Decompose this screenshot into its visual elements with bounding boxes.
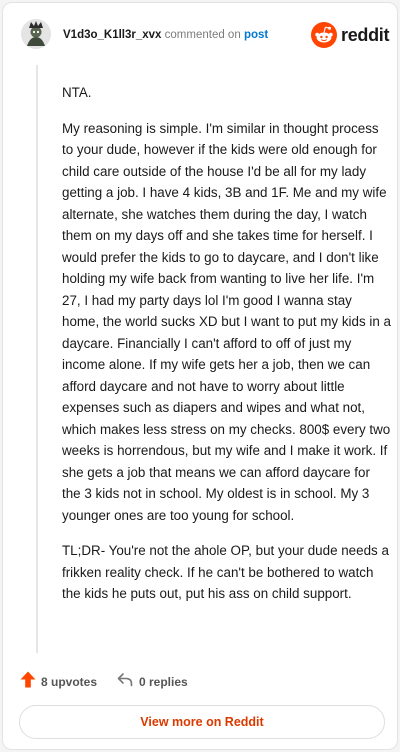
action-text: commented on [164, 29, 241, 41]
upvote-arrow-icon [20, 671, 36, 693]
username-link[interactable]: V1d3o_K1ll3r_xvx [63, 29, 161, 41]
view-more-button[interactable]: View more on Reddit [19, 705, 385, 739]
comment-header: V1d3o_K1ll3r_xvx commented on post reddi… [3, 3, 397, 65]
post-link[interactable]: post [244, 29, 268, 41]
comment-byline: V1d3o_K1ll3r_xvx commented on post [63, 28, 268, 42]
brand-wordmark: reddit [341, 25, 390, 45]
replies-button[interactable]: 0 replies [117, 672, 188, 692]
thread-line [36, 65, 38, 653]
comment-paragraph: TL;DR- You're not the ahole OP, but your… [62, 543, 389, 601]
comment-card: V1d3o_K1ll3r_xvx commented on post reddi… [2, 2, 398, 750]
comment-paragraph: NTA. [62, 85, 92, 100]
upvote-count: 8 upvotes [41, 675, 98, 689]
comment-footer: 8 upvotes 0 replies [3, 671, 397, 693]
avatar-icon[interactable] [21, 19, 51, 49]
reply-arrow-icon [117, 672, 133, 692]
comment-body: NTA. My reasoning is simple. I'm similar… [62, 82, 392, 619]
comment-paragraph: My reasoning is simple. I'm similar in t… [62, 120, 391, 523]
reddit-logo-icon [311, 22, 337, 48]
reply-count: 0 replies [139, 675, 188, 689]
upvote-button[interactable]: 8 upvotes [20, 671, 98, 693]
view-more-label: View more on Reddit [140, 715, 264, 729]
